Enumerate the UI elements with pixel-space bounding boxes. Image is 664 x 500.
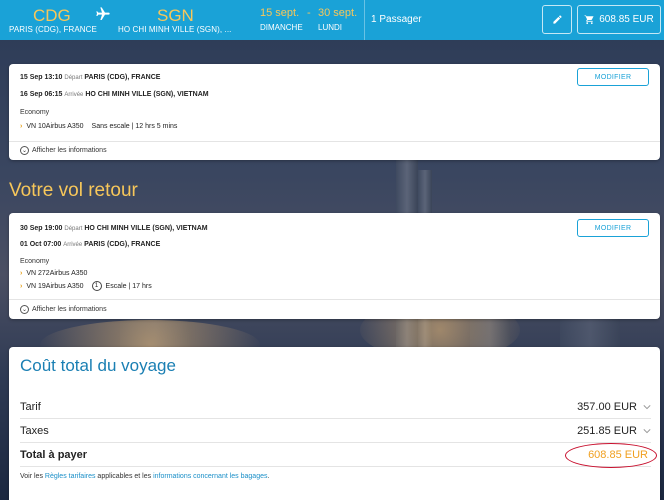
outbound-depart-line: 15 Sep 13:10 Départ PARIS (CDG), FRANCE xyxy=(20,74,161,81)
chevron-right-icon: › xyxy=(20,282,23,290)
outbound-modify-button[interactable]: MODIFIER xyxy=(577,68,649,86)
cart-total: 608.85 EUR xyxy=(599,14,654,25)
chevron-right-icon: › xyxy=(20,123,23,130)
outbound-cabin: Economy xyxy=(20,109,50,116)
fare-rules-note: Voir les Règles tarifaires applicables e… xyxy=(20,473,270,480)
date-separator: - xyxy=(307,7,311,19)
return-modify-button[interactable]: MODIFIER xyxy=(577,219,649,237)
highlight-circle xyxy=(565,443,657,468)
chevron-down-icon[interactable] xyxy=(643,427,651,435)
return-arrive-line: 01 Oct 07:00 Arrivée PARIS (CDG), FRANCE xyxy=(20,241,161,248)
fare-row[interactable]: Tarif 357.00 EUR xyxy=(20,396,651,418)
taxes-row[interactable]: Taxes 251.85 EUR xyxy=(20,420,651,442)
outbound-flight-card: 15 Sep 13:10 Départ PARIS (CDG), FRANCE … xyxy=(9,64,660,160)
total-row: Total à payer 608.85 EUR xyxy=(20,444,651,466)
divider xyxy=(20,442,651,443)
top-bar: CDG PARIS (CDG), FRANCE SGN HO CHI MINH … xyxy=(0,0,664,40)
cart-icon xyxy=(584,14,594,25)
plane-icon xyxy=(96,7,110,20)
cost-section-title: Coût total du voyage xyxy=(20,356,176,375)
depart-date: 15 sept. xyxy=(260,7,300,19)
return-show-info-link[interactable]: ⌄ Afficher les informations xyxy=(20,305,107,314)
depart-day: DIMANCHE xyxy=(260,23,303,32)
destination-city: HO CHI MINH VILLE (SGN), ... xyxy=(118,25,232,34)
outbound-segment[interactable]: › VN 10Airbus A350 Sans escale | 12 hrs … xyxy=(20,123,177,130)
header-divider xyxy=(364,0,365,40)
total-cost-card: Coût total du voyage Tarif 357.00 EUR Ta… xyxy=(9,347,660,500)
chevron-right-icon: › xyxy=(20,270,23,277)
chevron-down-circle-icon: ⌄ xyxy=(20,305,29,314)
origin-code: CDG xyxy=(33,6,71,25)
return-segment-2[interactable]: › VN 19Airbus A350 1 Escale | 17 hrs xyxy=(20,281,152,291)
baggage-info-link[interactable]: informations concernant les bagages xyxy=(153,473,267,480)
return-depart-line: 30 Sep 19:00 Départ HO CHI MINH VILLE (S… xyxy=(20,225,208,232)
chevron-down-icon[interactable] xyxy=(643,403,651,411)
origin-city: PARIS (CDG), FRANCE xyxy=(9,25,97,34)
return-segment-1[interactable]: › VN 272Airbus A350 xyxy=(20,270,87,277)
return-flight-card: 30 Sep 19:00 Départ HO CHI MINH VILLE (S… xyxy=(9,213,660,319)
divider xyxy=(9,299,660,300)
return-date: 30 sept. xyxy=(318,7,358,19)
return-day: LUNDI xyxy=(318,23,343,32)
divider xyxy=(20,418,651,419)
outbound-arrive-line: 16 Sep 06:15 Arrivée HO CHI MINH VILLE (… xyxy=(20,91,209,98)
chevron-down-circle-icon: ⌄ xyxy=(20,146,29,155)
destination-code: SGN xyxy=(157,6,194,25)
fare-rules-link[interactable]: Règles tarifaires xyxy=(45,473,96,480)
return-section-title: Votre vol retour xyxy=(9,180,138,201)
return-cabin: Economy xyxy=(20,258,50,265)
stop-count-badge: 1 xyxy=(91,281,102,291)
edit-search-button[interactable] xyxy=(542,5,572,34)
divider xyxy=(20,466,651,467)
passenger-count[interactable]: 1 Passager xyxy=(371,14,422,25)
cart-total-button[interactable]: 608.85 EUR xyxy=(577,5,661,34)
total-label: Total à payer xyxy=(20,449,88,461)
pencil-icon xyxy=(552,15,562,24)
outbound-show-info-link[interactable]: ⌄ Afficher les informations xyxy=(20,146,107,155)
divider xyxy=(9,141,660,142)
